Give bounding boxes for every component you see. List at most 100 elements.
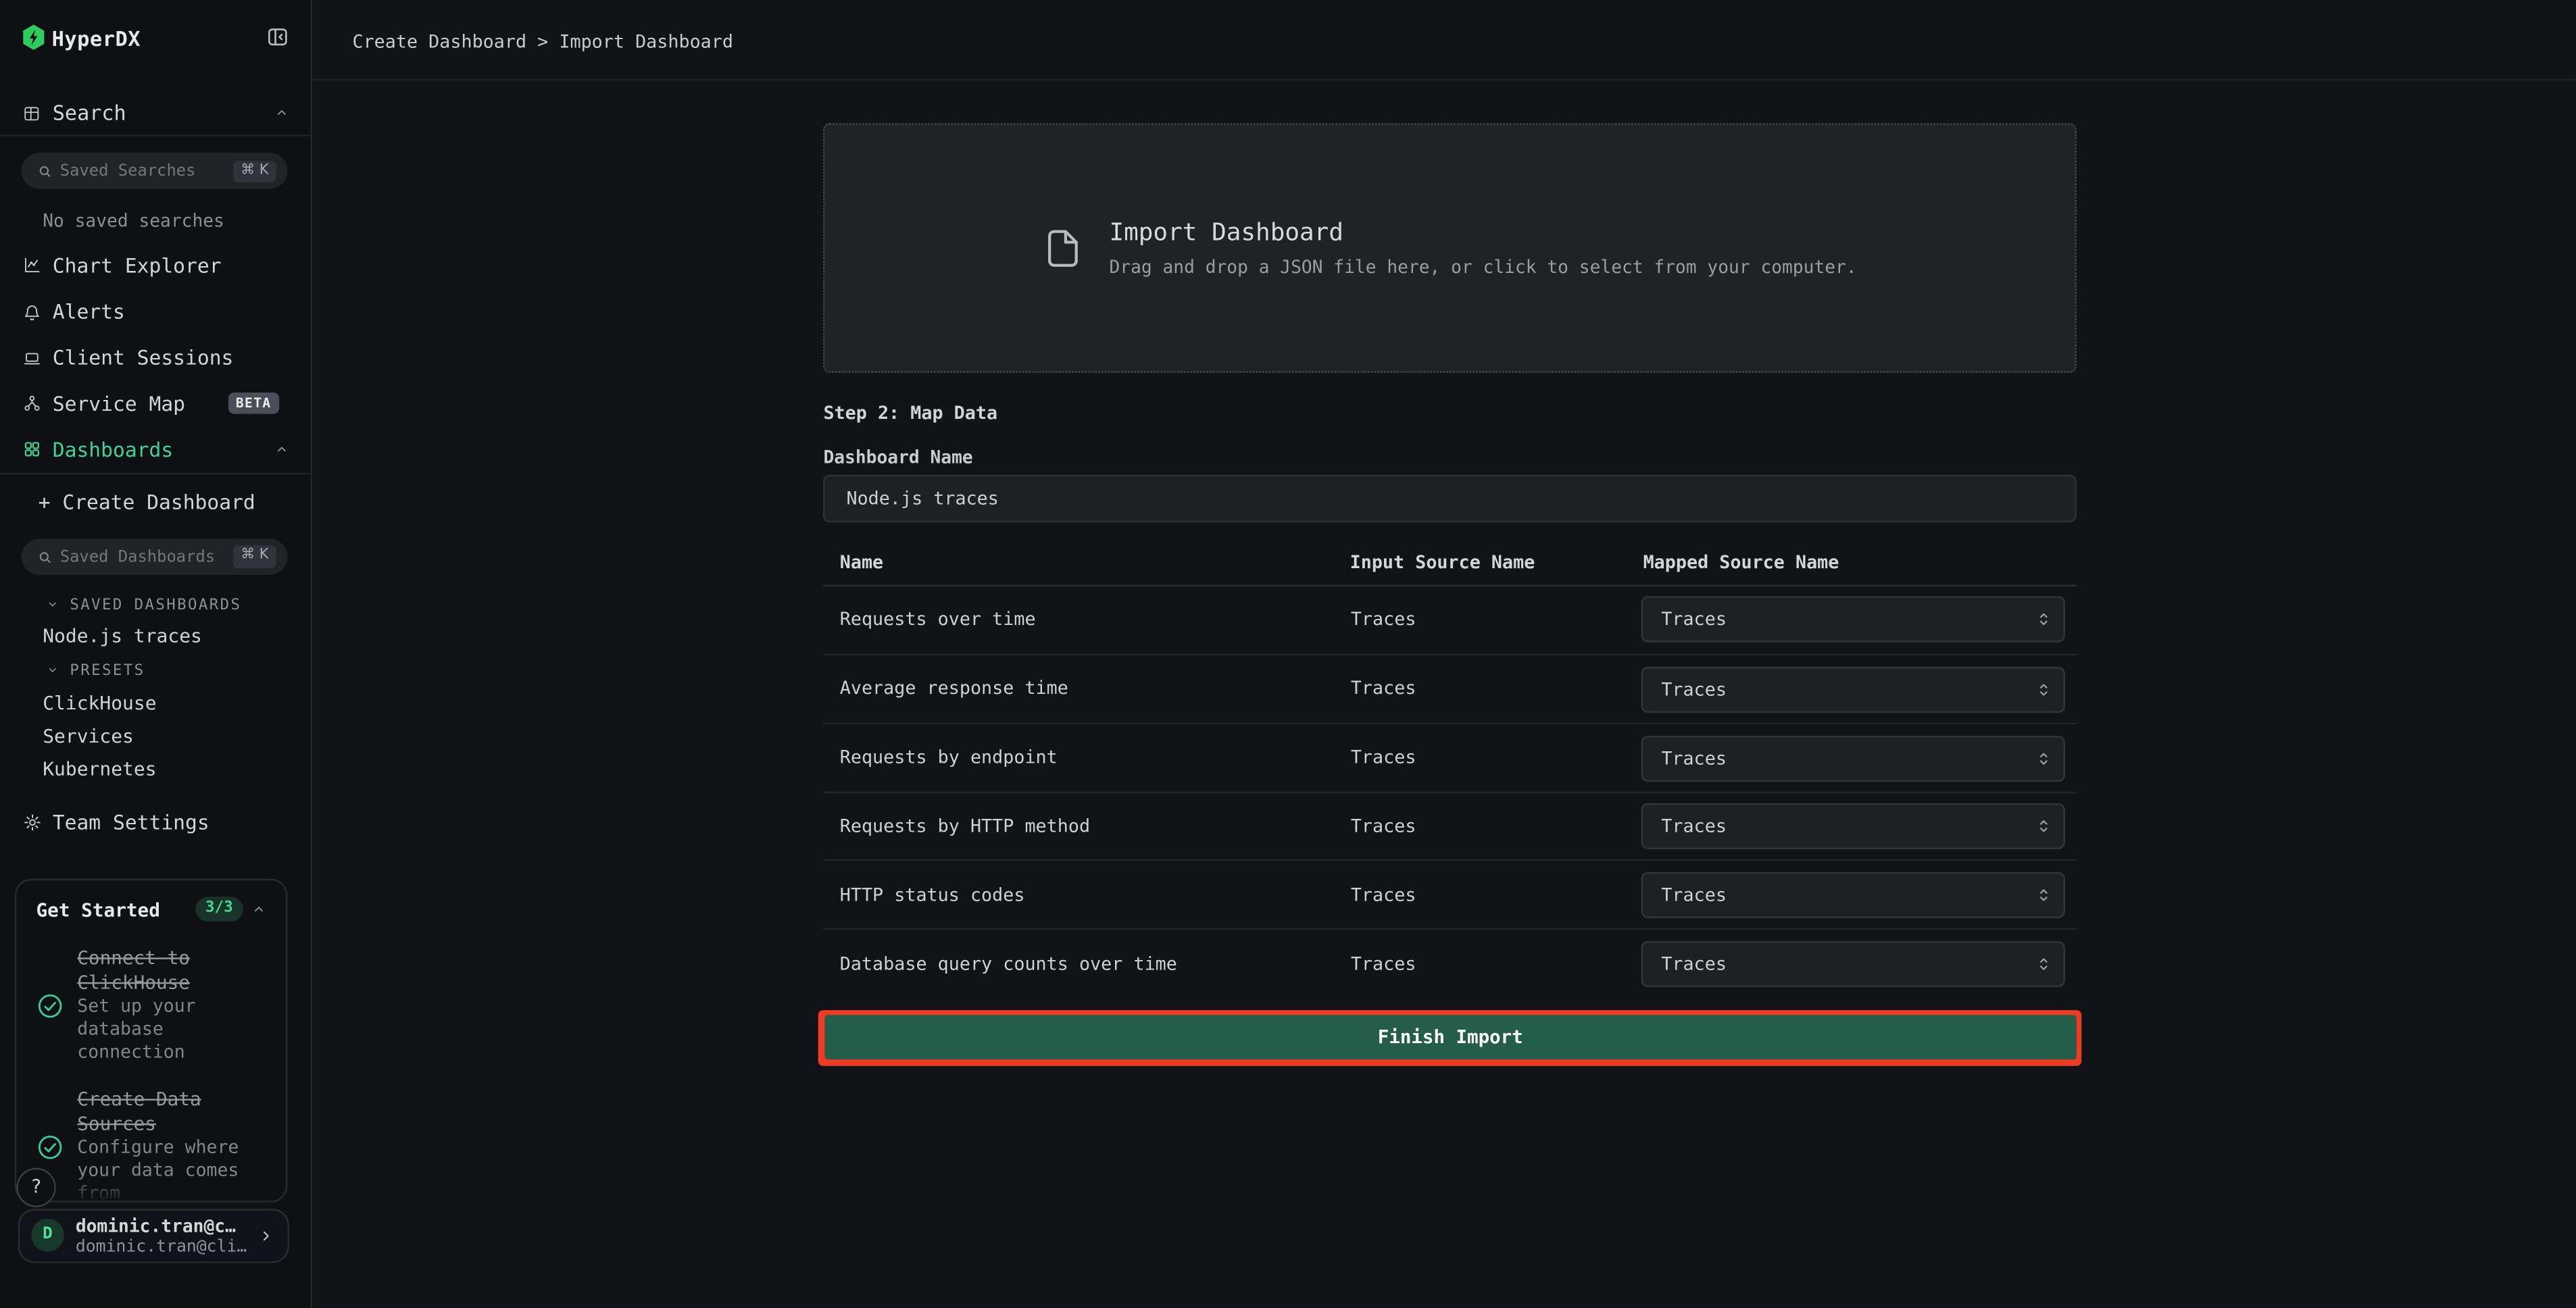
search-icon <box>37 550 51 564</box>
app-root: HyperDX Search <box>0 0 2576 1308</box>
select-value: Traces <box>1661 609 1727 630</box>
chart-name-cell: Requests by endpoint <box>840 747 1058 768</box>
column-header-input-source: Input Source Name <box>1350 552 1535 574</box>
saved-dashboards-input-wrap[interactable]: ⌘ K <box>22 539 288 575</box>
brand-name: HyperDX <box>52 26 141 51</box>
select-value: Traces <box>1661 748 1727 770</box>
saved-searches-input[interactable] <box>51 162 233 180</box>
help-button[interactable]: ? <box>16 1168 55 1207</box>
sidebar-section-search[interactable]: Search <box>0 93 310 132</box>
get-started-panel: Get Started 3/3 Connect to ClickHouse Se… <box>15 879 288 1203</box>
dashboard-name-input[interactable] <box>823 475 2077 523</box>
caret-sort-icon <box>2037 885 2050 907</box>
caret-sort-icon <box>2037 609 2050 630</box>
chevron-down-icon <box>45 665 58 676</box>
table-row: HTTP status codes Traces Traces <box>823 859 2077 928</box>
select-value: Traces <box>1661 953 1727 975</box>
chart-name-cell: Database query counts over time <box>840 953 1177 974</box>
sidebar-item-label: Alerts <box>53 301 125 324</box>
table-row: Requests over time Traces Traces <box>823 585 2077 654</box>
sidebar-item-alerts[interactable]: Alerts <box>0 290 310 334</box>
sidebar: HyperDX Search <box>0 0 312 1308</box>
main-area: Create Dashboard > Import Dashboard Impo… <box>312 0 2576 1308</box>
avatar: D <box>31 1219 64 1252</box>
preset-item-clickhouse[interactable]: ClickHouse <box>43 692 156 715</box>
divider <box>0 474 310 475</box>
sidebar-item-label: Chart Explorer <box>53 254 222 277</box>
divider <box>0 135 310 136</box>
input-source-cell: Traces <box>1351 609 1416 630</box>
chart-name-cell: Average response time <box>840 678 1068 700</box>
chart-explorer-icon <box>23 257 41 275</box>
shortcut-badge: ⌘ K <box>233 160 276 182</box>
get-started-header[interactable]: Get Started 3/3 <box>36 897 266 923</box>
task-title: Create Data Sources <box>77 1087 269 1135</box>
breadcrumb: Create Dashboard > Import Dashboard <box>352 30 733 52</box>
sidebar-item-service-map[interactable]: Service Map BETA <box>0 381 310 426</box>
get-started-item[interactable]: Connect to ClickHouse Set up your databa… <box>36 946 269 1064</box>
saved-dashboards-group-header[interactable]: SAVED DASHBOARDS <box>45 595 242 613</box>
user-name: dominic.tran@c… <box>76 1215 259 1236</box>
import-dropzone[interactable]: Import Dashboard Drag and drop a JSON fi… <box>823 123 2077 373</box>
task-description: Set up your database connection <box>77 995 269 1064</box>
mapped-source-select[interactable]: Traces <box>1641 941 2065 987</box>
saved-dashboards-input[interactable] <box>51 548 233 566</box>
chart-name-cell: HTTP status codes <box>840 884 1025 906</box>
input-source-cell: Traces <box>1351 678 1416 700</box>
search-section-label: Search <box>53 100 126 124</box>
input-source-cell: Traces <box>1351 953 1416 974</box>
no-saved-searches-label: No saved searches <box>43 210 224 232</box>
preset-item-services[interactable]: Services <box>43 724 134 747</box>
caret-sort-icon <box>2037 816 2050 838</box>
chevron-up-icon <box>251 903 266 915</box>
sidebar-item-client-sessions[interactable]: Client Sessions <box>0 336 310 380</box>
step-title: Step 2: Map Data <box>823 403 997 424</box>
presets-group-header[interactable]: PRESETS <box>45 661 145 680</box>
sidebar-item-chart-explorer[interactable]: Chart Explorer <box>0 243 310 288</box>
sidebar-item-dashboards[interactable]: Dashboards <box>0 427 310 472</box>
group-label: SAVED DASHBOARDS <box>70 595 241 613</box>
mapped-source-select[interactable]: Traces <box>1641 667 2065 713</box>
chart-name-cell: Requests by HTTP method <box>840 815 1090 837</box>
chevron-down-icon <box>45 599 58 609</box>
mapped-source-select[interactable]: Traces <box>1641 735 2065 781</box>
file-icon <box>1042 220 1085 276</box>
laptop-icon <box>23 349 41 368</box>
search-icon <box>37 164 51 178</box>
check-circle-icon <box>36 1132 64 1160</box>
get-started-progress-badge: 3/3 <box>195 897 243 920</box>
group-label: PRESETS <box>70 661 145 680</box>
select-value: Traces <box>1661 885 1727 907</box>
table-row: Average response time Traces Traces <box>823 654 2077 723</box>
brand-row: HyperDX <box>22 22 291 57</box>
caret-sort-icon <box>2037 748 2050 770</box>
task-title: Connect to ClickHouse <box>77 946 269 994</box>
hyperdx-logo-icon <box>22 24 46 51</box>
sidebar-item-label: Client Sessions <box>53 347 234 370</box>
saved-dashboard-item[interactable]: Node.js traces <box>43 625 202 648</box>
mapped-source-select[interactable]: Traces <box>1641 597 2065 643</box>
saved-searches-input-wrap[interactable]: ⌘ K <box>22 153 288 189</box>
table-row: Requests by endpoint Traces Traces <box>823 722 2077 791</box>
mapped-source-select[interactable]: Traces <box>1641 804 2065 850</box>
chevron-up-icon <box>274 443 289 455</box>
sidebar-item-label: Team Settings <box>53 811 209 834</box>
column-header-name: Name <box>840 552 883 574</box>
caret-sort-icon <box>2037 953 2050 975</box>
input-source-cell: Traces <box>1351 815 1416 837</box>
mapped-source-select[interactable]: Traces <box>1641 873 2065 919</box>
sidebar-item-label: Dashboards <box>53 438 173 461</box>
shortcut-badge: ⌘ K <box>233 546 276 568</box>
get-started-item[interactable]: Create Data Sources Configure where your… <box>36 1087 269 1202</box>
user-menu[interactable]: D dominic.tran@c… dominic.tran@cli… <box>18 1209 289 1262</box>
beta-badge: BETA <box>228 392 280 413</box>
sidebar-item-team-settings[interactable]: Team Settings <box>0 807 310 840</box>
bell-icon <box>23 303 41 322</box>
finish-import-button[interactable]: Finish Import <box>824 1015 2076 1059</box>
create-dashboard-button[interactable]: + Create Dashboard <box>39 492 255 515</box>
search-section-icon <box>23 104 41 122</box>
table-row: Database query counts over time Traces T… <box>823 928 2077 997</box>
sidebar-collapse-icon[interactable] <box>266 26 289 48</box>
chevron-up-icon <box>274 106 289 118</box>
preset-item-kubernetes[interactable]: Kubernetes <box>43 757 156 780</box>
